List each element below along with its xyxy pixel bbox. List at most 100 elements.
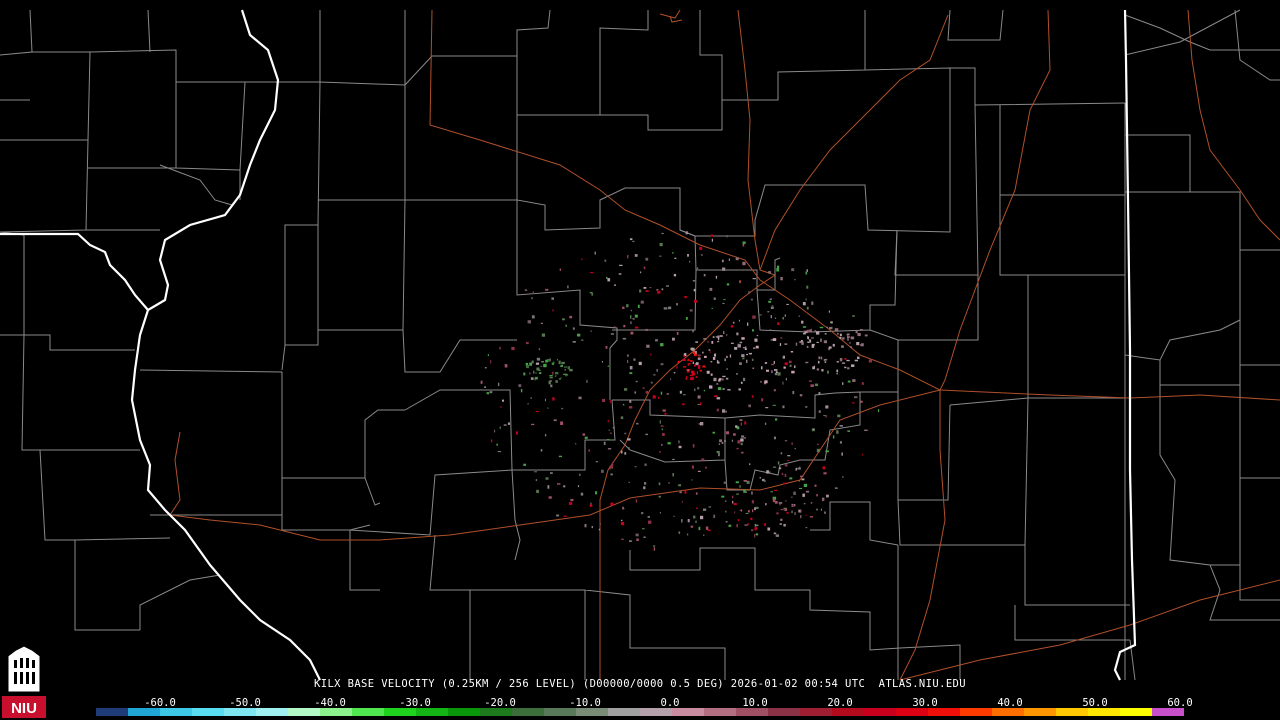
velocity-pixel	[541, 361, 544, 363]
velocity-pixel	[772, 404, 776, 406]
velocity-pixel	[825, 450, 829, 453]
velocity-pixel	[662, 409, 666, 412]
velocity-pixel	[766, 369, 769, 372]
velocity-pixel	[685, 378, 687, 380]
velocity-pixel	[645, 290, 649, 292]
velocity-pixel	[591, 526, 593, 529]
velocity-pixel	[816, 331, 820, 335]
velocity-pixel	[659, 511, 661, 514]
velocity-pixel	[538, 372, 542, 375]
velocity-pixel	[717, 361, 720, 364]
velocity-pixel	[834, 328, 839, 332]
velocity-pixel	[728, 524, 732, 527]
velocity-pixel	[782, 355, 785, 359]
velocity-pixel	[748, 352, 752, 355]
velocity-pixel	[532, 291, 534, 294]
velocity-pixel	[685, 231, 688, 235]
velocity-pixel	[847, 380, 851, 383]
velocity-pixel	[659, 243, 663, 247]
velocity-pixel	[744, 348, 747, 350]
colorbar-segment	[960, 708, 992, 716]
velocity-pixel	[711, 238, 713, 242]
velocity-pixel	[499, 426, 501, 429]
velocity-pixel	[817, 360, 820, 364]
velocity-pixel	[619, 264, 623, 266]
velocity-pixel	[642, 387, 645, 389]
velocity-pixel	[520, 389, 523, 393]
velocity-pixel	[540, 322, 543, 324]
velocity-pixel	[672, 252, 674, 254]
velocity-pixel	[736, 493, 739, 495]
velocity-pixel	[610, 502, 614, 506]
velocity-pixel	[632, 318, 635, 320]
colorbar-segment	[1056, 708, 1088, 716]
velocity-pixel	[776, 512, 779, 515]
velocity-pixel	[789, 364, 792, 367]
velocity-pixel	[741, 354, 745, 358]
velocity-pixel	[687, 358, 690, 362]
velocity-pixel	[630, 309, 632, 312]
velocity-pixel	[722, 375, 726, 378]
velocity-pixel	[824, 511, 826, 514]
colorbar-segment	[320, 708, 352, 716]
velocity-pixel	[805, 490, 810, 493]
velocity-pixel	[746, 353, 748, 356]
velocity-pixel	[753, 347, 756, 349]
velocity-pixel	[643, 287, 647, 289]
velocity-pixel	[778, 467, 782, 470]
velocity-pixel	[712, 431, 715, 434]
velocity-pixel	[784, 362, 788, 366]
velocity-pixel	[842, 337, 845, 340]
velocity-pixel	[711, 307, 713, 309]
velocity-pixel	[545, 359, 548, 363]
velocity-pixel	[702, 365, 706, 368]
velocity-pixel	[627, 354, 629, 357]
velocity-pixel	[677, 361, 679, 363]
velocity-pixel	[716, 408, 719, 412]
velocity-pixel	[846, 430, 849, 432]
velocity-pixel	[742, 241, 746, 244]
velocity-pixel	[580, 339, 584, 341]
velocity-pixel	[570, 516, 573, 518]
velocity-pixel	[584, 436, 588, 439]
velocity-pixel	[667, 442, 671, 445]
velocity-pixel	[785, 378, 787, 381]
colorbar-segment	[96, 708, 128, 716]
velocity-pixel	[701, 458, 705, 461]
velocity-pixel	[726, 235, 728, 238]
velocity-pixel	[862, 453, 864, 456]
velocity-pixel	[854, 396, 858, 399]
velocity-pixel	[672, 337, 675, 341]
velocity-pixel	[518, 384, 522, 387]
velocity-pixel	[741, 435, 745, 438]
velocity-pixel	[691, 479, 693, 481]
velocity-pixel	[531, 423, 535, 426]
velocity-pixel	[627, 438, 631, 441]
velocity-pixel	[535, 479, 538, 481]
velocity-pixel	[504, 364, 508, 368]
velocity-pixel	[578, 473, 581, 476]
velocity-pixel	[818, 356, 821, 360]
velocity-pixel	[772, 338, 777, 341]
velocity-pixel	[801, 320, 804, 324]
velocity-pixel	[780, 452, 783, 455]
velocity-pixel	[783, 366, 786, 369]
velocity-pixel	[751, 395, 754, 398]
velocity-pixel	[807, 341, 810, 343]
velocity-pixel	[729, 354, 732, 358]
velocity-pixel	[696, 507, 698, 509]
velocity-pixel	[629, 372, 633, 375]
velocity-pixel	[794, 448, 796, 450]
velocity-pixel	[672, 458, 675, 460]
velocity-pixel	[550, 472, 553, 474]
velocity-pixel	[692, 351, 696, 355]
velocity-pixel	[798, 315, 800, 317]
velocity-pixel	[605, 346, 608, 349]
velocity-pixel	[787, 455, 791, 457]
velocity-pixel	[828, 310, 830, 313]
velocity-pixel	[817, 443, 819, 445]
velocity-pixel	[828, 346, 832, 349]
velocity-pixel	[689, 374, 693, 377]
velocity-pixel	[773, 389, 776, 392]
velocity-pixel	[580, 492, 584, 496]
